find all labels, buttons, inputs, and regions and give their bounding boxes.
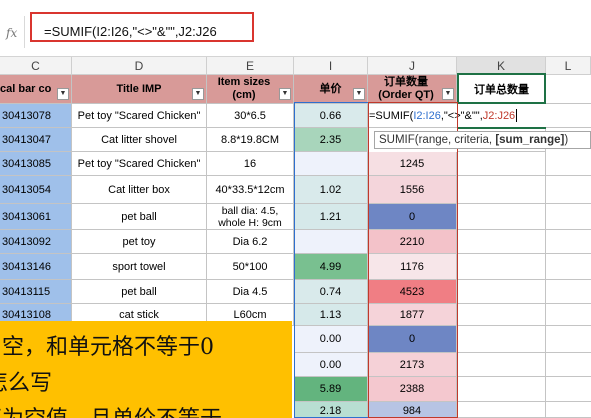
function-icon[interactable]: fx — [6, 26, 17, 40]
tooltip-suffix: ) — [564, 134, 569, 146]
cell-title[interactable]: sport towel — [72, 254, 207, 280]
cell-barcode[interactable]: 30413115 — [0, 280, 72, 304]
cell-item-size[interactable]: 50*100 — [207, 254, 294, 280]
cell-barcode[interactable]: 30413085 — [0, 152, 72, 176]
filter-dropdown-icon[interactable]: ▼ — [192, 88, 204, 100]
filter-dropdown-icon[interactable]: ▼ — [353, 88, 365, 100]
empty-cell[interactable] — [457, 254, 546, 280]
empty-cell[interactable] — [546, 280, 591, 304]
empty-cell[interactable] — [457, 280, 546, 304]
empty-cell[interactable] — [546, 377, 591, 402]
cell-barcode[interactable]: 30413061 — [0, 204, 72, 230]
empty-cell[interactable] — [546, 353, 591, 377]
header-label-title: Title IMP — [116, 82, 162, 95]
cell-barcode[interactable]: 30413047 — [0, 128, 72, 152]
cell-title[interactable]: Pet toy "Scared Chicken" — [72, 104, 207, 128]
cell-barcode[interactable]: 30413092 — [0, 230, 72, 254]
formula-input[interactable]: =SUMIF(I2:I26,"<>"&"",J2:J26 — [44, 24, 217, 39]
annotation-overlay: 为空，和单元格不等于0 怎么写 不为空值，且单价不等于 — [0, 321, 292, 418]
range-highlight-unit-price — [294, 102, 369, 418]
empty-cell[interactable] — [546, 152, 591, 176]
cell-item-size[interactable]: 16 — [207, 152, 294, 176]
cell-title[interactable]: pet toy — [72, 230, 207, 254]
cell-item-size[interactable]: Dia 4.5 — [207, 280, 294, 304]
filter-dropdown-icon[interactable]: ▼ — [279, 88, 291, 100]
empty-cell[interactable] — [546, 230, 591, 254]
header-cell-title: Title IMP ▼ — [72, 75, 207, 104]
cell-title[interactable]: Cat litter box — [72, 176, 207, 204]
empty-cell[interactable] — [457, 204, 546, 230]
empty-cell[interactable] — [457, 152, 546, 176]
empty-cell[interactable] — [546, 402, 591, 418]
header-label-order-qty: 订单数量 (Order QT) — [378, 76, 434, 101]
cell-title[interactable]: Pet toy "Scared Chicken" — [72, 152, 207, 176]
cell-title[interactable]: Cat litter shovel — [72, 128, 207, 152]
empty-cell[interactable] — [457, 176, 546, 204]
empty-cell[interactable] — [546, 326, 591, 353]
filter-dropdown-icon[interactable]: ▼ — [57, 88, 69, 100]
empty-cell[interactable] — [457, 326, 546, 353]
text-cursor — [516, 109, 518, 122]
empty-cell[interactable] — [457, 230, 546, 254]
cell-item-size[interactable]: Dia 6.2 — [207, 230, 294, 254]
header-cell-order-qty: 订单数量 (Order QT) ▼ — [368, 75, 457, 104]
empty-cell[interactable] — [546, 304, 591, 326]
empty-cell[interactable] — [457, 304, 546, 326]
column-header-i[interactable]: I — [294, 57, 368, 75]
range-highlight-order-qty — [368, 102, 458, 418]
empty-cell[interactable] — [546, 176, 591, 204]
cell-title[interactable]: pet ball — [72, 280, 207, 304]
function-tooltip: SUMIF(range, criteria, [sum_range]) — [374, 131, 591, 149]
cell-barcode[interactable]: 30413146 — [0, 254, 72, 280]
cell-item-size[interactable]: ball dia: 4.5, whole H: 9cm — [207, 204, 294, 230]
formula-bar-separator — [24, 16, 25, 48]
empty-cell[interactable] — [546, 75, 591, 104]
column-header-c[interactable]: C — [0, 57, 72, 75]
empty-cell[interactable] — [546, 254, 591, 280]
header-cell-item-sizes: Item sizes (cm) ▼ — [207, 75, 294, 104]
empty-cell[interactable] — [457, 402, 546, 418]
header-cell-unit-price: 单价 ▼ — [294, 75, 368, 104]
empty-cell[interactable] — [546, 204, 591, 230]
formula-range-qty: J2:J26 — [482, 109, 516, 122]
annotation-line-3: 不为空值，且单价不等于 — [0, 401, 222, 418]
column-header-d[interactable]: D — [72, 57, 207, 75]
cell-barcode[interactable]: 30413078 — [0, 104, 72, 128]
cell-item-size[interactable]: 30*6.5 — [207, 104, 294, 128]
column-header-l[interactable]: L — [546, 57, 591, 75]
header-cell-barcode: cal bar co ▼ — [0, 75, 72, 104]
annotation-line-1: 为空，和单元格不等于0 — [0, 335, 214, 360]
header-label-item-sizes: Item sizes (cm) — [217, 76, 271, 101]
tooltip-current-arg: [sum_range] — [495, 134, 565, 146]
cell-barcode[interactable]: 30413054 — [0, 176, 72, 204]
active-cell-underline — [457, 127, 546, 129]
formula-bar: fx =SUMIF(I2:I26,"<>"&"",J2:J26 — [0, 0, 591, 56]
header-cell-total-qty[interactable]: 订单总数量 — [457, 73, 546, 104]
empty-cell[interactable] — [457, 353, 546, 377]
cell-title[interactable]: pet ball — [72, 204, 207, 230]
filter-dropdown-icon[interactable]: ▼ — [442, 88, 454, 100]
empty-cell[interactable] — [457, 377, 546, 402]
column-header-e[interactable]: E — [207, 57, 294, 75]
annotation-line-2: 怎么写 — [0, 371, 53, 396]
column-header-j[interactable]: J — [368, 57, 457, 75]
cell-item-size[interactable]: 40*33.5*12cm — [207, 176, 294, 204]
header-label-barcode: cal bar co — [0, 82, 52, 95]
header-label-unit-price: 单价 — [319, 82, 342, 95]
cell-item-size[interactable]: 8.8*19.8CM — [207, 128, 294, 152]
tooltip-prefix: SUMIF(range, criteria, — [379, 134, 496, 146]
header-label-total-qty: 订单总数量 — [474, 83, 529, 96]
